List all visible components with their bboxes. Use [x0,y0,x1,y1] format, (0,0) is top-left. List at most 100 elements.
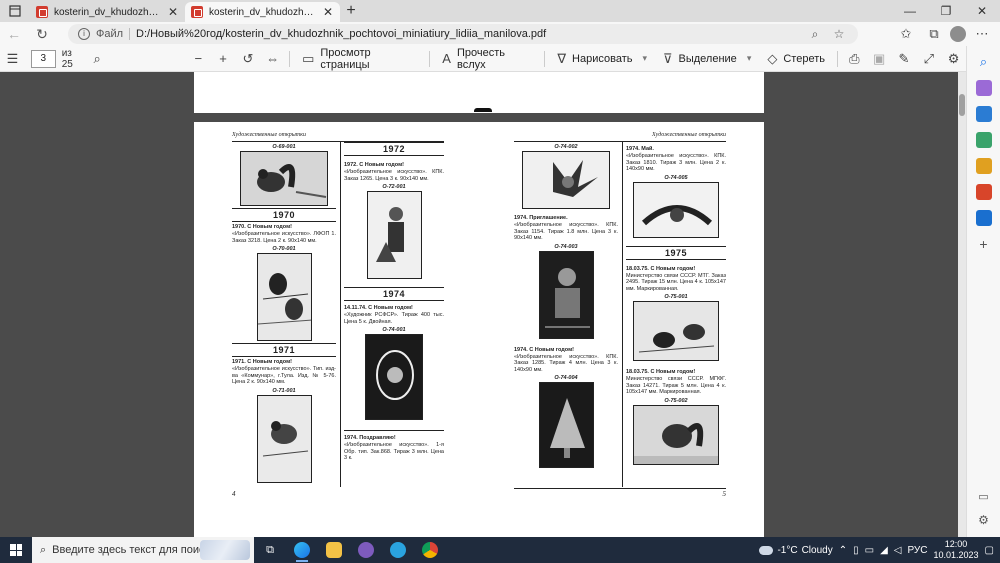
divider [836,50,838,67]
add-icon[interactable]: + [979,236,987,252]
rotate-icon[interactable]: ↺ [235,51,260,67]
outlook-icon[interactable] [975,210,992,226]
card-code: О-71-001 [272,387,296,394]
vertical-scrollbar[interactable] [958,72,966,537]
volume-icon[interactable]: ◁ [894,545,902,556]
info-icon[interactable]: i [78,28,90,40]
language-indicator[interactable]: РУС [907,545,927,556]
search-placeholder: Введите здесь текст для поиска [52,544,216,556]
column-divider [622,142,623,487]
taskbar-search[interactable]: ⌕ Введите здесь текст для поиска [32,537,254,563]
bird-illustration [257,395,311,482]
collections-icon[interactable]: ⧉ [922,26,946,42]
folder-icon [326,542,342,558]
fit-page-icon[interactable]: ⇔ [260,51,285,66]
year-heading: 1975 [626,245,726,260]
favorites-icon[interactable]: ✩ [894,26,918,42]
url-scheme: Файл [96,28,124,40]
search-icon[interactable]: ⌕ [980,54,987,70]
scroll-thumb[interactable] [959,94,965,116]
zoom-icon[interactable]: ⌕ [806,27,824,42]
sidebar-settings-icon[interactable]: ⚙ [978,513,989,527]
may-illustration [634,182,718,237]
back-button[interactable]: ← [0,22,28,46]
divider [289,50,291,67]
more-menu-icon[interactable]: ⋯ [970,26,994,42]
network-icon[interactable]: ◢ [880,545,888,556]
url-field[interactable]: i Файл D:/Новый%20год/kosterin_dv_khudoz… [68,24,858,44]
sidebar-collapse-icon[interactable]: ▭ [978,490,988,503]
draw-button[interactable]: ∇ Нарисовать ▾ [549,51,655,67]
save-as-icon[interactable]: ✎ [892,51,917,67]
tab-actions-button[interactable] [0,0,30,22]
settings-gear-icon[interactable]: ⚙ [941,51,966,67]
temperature: -1°C [777,544,798,556]
tab-pdf-2[interactable]: kosterin_dv_khudozhnik_pochtovoi_miniati… [185,2,340,22]
entry-title: 18.03.75. С Новым годом! [626,265,696,272]
close-window-icon[interactable]: ✕ [964,0,1000,22]
highlight-label: Выделение [678,52,737,65]
draw-icon: ∇ [557,50,567,66]
read-aloud-label: Прочесть вслух [456,46,505,71]
read-aloud-icon: A [442,51,451,66]
chevron-down-icon[interactable]: ▾ [747,53,752,64]
search-icon: ⌕ [40,543,47,556]
start-button[interactable] [0,537,32,563]
highlight-icon: ⊽ [663,50,673,66]
zoom-out-icon[interactable]: − [186,51,211,66]
page-number-input[interactable]: 3 [30,49,56,68]
pdf-file-icon [191,6,203,18]
clock[interactable]: 12:00 10.01.2023 [934,539,979,561]
close-tab-icon[interactable]: ✕ [167,5,179,19]
entry-title: 1974. Май. [626,146,654,152]
refresh-button[interactable]: ↻ [28,22,56,46]
copilot-icon[interactable] [975,80,992,96]
pdf-viewer[interactable]: Художественные открытки О-69-001 1970 19… [0,72,966,537]
highlight-button[interactable]: ⊽ Выделение ▾ [655,51,759,67]
erase-button[interactable]: ◇ Стереть [759,51,833,67]
running-head: Художественные открытки [652,132,726,138]
card-image-squirrel-2 [633,404,719,465]
tag-icon[interactable] [975,106,992,122]
entry-title: 1974. Поздравляю! [344,435,396,441]
tools-icon[interactable] [975,132,992,148]
edge-app[interactable] [286,537,318,563]
explorer-app[interactable] [318,537,350,563]
weather-widget[interactable]: -1°C Cloudy [759,544,833,556]
favorite-star-icon[interactable]: ☆ [830,27,848,41]
tab-pdf-1[interactable]: kosterin_dv_khudozhnik_pochtovoi_miniati… [30,2,185,22]
close-tab-icon[interactable]: ✕ [322,5,334,19]
notifications-icon[interactable]: ▢ [985,545,994,556]
new-tab-button[interactable]: + [340,2,362,22]
find-icon[interactable]: ⌕ [85,51,110,67]
games-icon[interactable] [975,158,992,174]
restore-icon[interactable]: ❐ [928,0,964,22]
zoom-in-icon[interactable]: + [211,51,236,66]
battery-icon[interactable]: ▭ [865,545,874,556]
card-image-titmice [633,301,719,361]
page-mark [474,108,492,112]
avatar[interactable] [950,26,966,42]
entry-title: 1974. Приглашение. [514,215,568,221]
page-view-button[interactable]: ▭ Просмотр страницы [294,47,425,71]
fullscreen-icon[interactable]: ⤢ [916,51,941,67]
card-image-nutcracker [366,191,422,279]
minimize-icon[interactable]: — [892,0,928,22]
card-code: О-74-005 [664,174,688,181]
chevron-up-icon[interactable]: ⌃ [839,545,847,556]
read-aloud-button[interactable]: A Прочесть вслух [434,47,540,71]
viber-app[interactable] [350,537,382,563]
chevron-down-icon[interactable]: ▾ [642,53,647,64]
task-view-button[interactable]: ⧉ [254,537,286,563]
office-icon[interactable] [975,184,992,200]
print-icon[interactable]: ⎙ [842,51,867,67]
save-icon[interactable]: ▣ [867,51,892,67]
contents-icon[interactable]: ☰ [0,51,25,67]
usb-icon[interactable]: ▯ [853,545,859,556]
telegram-app[interactable] [382,537,414,563]
url-text[interactable]: D:/Новый%20год/kosterin_dv_khudozhnik_po… [136,28,800,40]
windows-logo-icon [10,544,22,556]
edge-icon [294,542,310,558]
entry-text: Министерство связи СССР. МПФГ. Заказ 142… [626,376,726,395]
chrome-app[interactable] [414,537,446,563]
